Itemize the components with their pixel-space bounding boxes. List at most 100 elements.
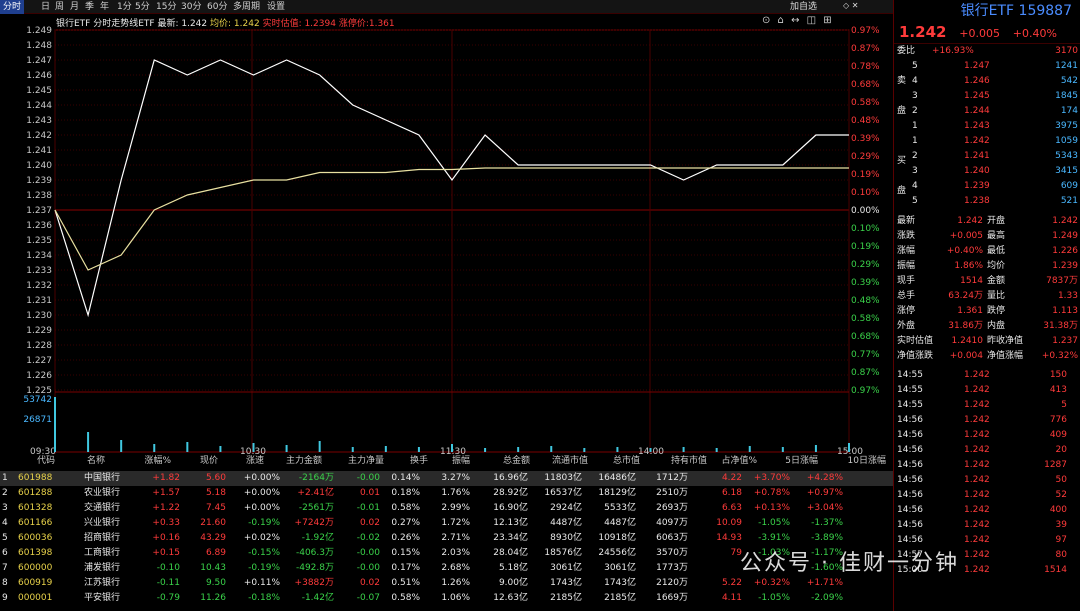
tab-5[interactable]: 年 <box>97 0 112 14</box>
tick-time: 14:56 <box>897 475 923 485</box>
cell: +4.28% <box>806 473 843 483</box>
info-name: 银行ETF 分时走势线ETF <box>56 19 155 29</box>
stat-label: 实时估值 <box>897 336 934 346</box>
tab-3[interactable]: 月 <box>67 0 82 14</box>
tab-9[interactable]: 30分 <box>178 0 204 14</box>
volume-bar <box>417 447 420 452</box>
table-row[interactable]: 5 600036 招商银行 +0.16 43.29 +0.02% -1.92亿 -0.02 0.… <box>0 531 893 546</box>
tick-time: 14:56 <box>897 490 923 500</box>
tick-price: 1.242 <box>964 520 990 530</box>
col-header-13[interactable]: 占净值% <box>697 454 757 469</box>
constituents-table: 代码 名称 涨幅% 现价 涨速 主力金额 主力净量 换手 振幅 总金额 流通市值 总市值 持有市值 占净值… <box>0 454 893 611</box>
table-row[interactable]: 1 601988 中国银行 +1.82 5.60 +0.00% -2164万 -0.00 0.1… <box>0 471 893 486</box>
volume-bar <box>550 446 553 452</box>
stat-value: 7837万 <box>1046 276 1078 286</box>
current-price: 1.242 +0.005 +0.40% <box>894 22 1080 44</box>
tick-volume: 50 <box>1055 475 1067 485</box>
col-header-10[interactable]: 流通市值 <box>528 454 588 469</box>
tab-11[interactable]: 多周期 <box>230 0 263 14</box>
col-header-14[interactable]: 5日涨幅 <box>758 454 818 469</box>
tick-volume: 1514 <box>1044 565 1067 575</box>
tab-1[interactable]: 日 <box>38 0 53 14</box>
table-row[interactable]: 9 000001 平安银行 -0.79 11.26 -0.18% -1.42亿 -0.07 0.… <box>0 591 893 606</box>
table-row[interactable]: 3 601328 交通银行 +1.22 7.45 +0.00% -2561万 -0.01 0.5… <box>0 501 893 516</box>
y-tick: 1.243 <box>26 116 52 126</box>
cell: 3570万 <box>656 548 688 558</box>
tick-time: 14:56 <box>897 520 923 530</box>
col-header-5[interactable]: 主力金额 <box>262 454 322 469</box>
cell: 7.45 <box>205 503 226 513</box>
stat-value: +0.005 <box>949 231 983 241</box>
y-tick: 1.227 <box>26 356 52 366</box>
tab-0[interactable]: 分时 <box>0 0 25 14</box>
pct-tick: 0.39% <box>851 278 880 288</box>
tab-8[interactable]: 15分 <box>153 0 179 14</box>
col-header-8[interactable]: 振幅 <box>410 454 470 469</box>
cell: -1.05% <box>758 593 790 603</box>
tab-12[interactable]: 设置 <box>264 0 288 14</box>
cell: 1712万 <box>656 473 688 483</box>
tick-volume: 400 <box>1049 505 1067 515</box>
table-row[interactable]: 8 600919 江苏银行 -0.11 9.50 +0.11% +3882万 0.02 0.51… <box>0 576 893 591</box>
stat-row: 振幅 1.86% 均价 1.239 <box>894 259 1080 274</box>
cell: 1.26% <box>441 578 470 588</box>
weibi-num: 3170 <box>1055 46 1078 56</box>
volume-bar <box>781 447 784 452</box>
cell: 2.03% <box>441 548 470 558</box>
price: 1.247 <box>964 61 990 71</box>
tick-time: 14:55 <box>897 400 923 410</box>
y-tick: 1.238 <box>26 191 52 201</box>
price: 1.238 <box>964 196 990 206</box>
cell: -0.19% <box>248 518 280 528</box>
cell: 5 <box>2 533 8 543</box>
tick-row: 14:56 1.242 776 <box>894 413 1080 428</box>
stat-label: 外盘 <box>897 321 916 331</box>
volume: 542 <box>1060 76 1078 86</box>
sell-label: 卖 <box>894 74 906 89</box>
cell: 43.29 <box>200 533 226 543</box>
tick-time: 14:56 <box>897 505 923 515</box>
col-header-9[interactable]: 总金额 <box>470 454 530 469</box>
tick-time: 14:56 <box>897 445 923 455</box>
cell: 601166 <box>18 518 53 528</box>
col-header-15[interactable]: 10日涨幅 <box>826 454 886 469</box>
col-header-4[interactable]: 涨速 <box>204 454 264 469</box>
tick-row: 14:56 1.242 39 <box>894 518 1080 533</box>
intraday-chart[interactable]: 1.249 1.248 1.247 1.246 1.245 1.244 1.243 1.242… <box>0 14 893 454</box>
cell: 3 <box>2 503 8 513</box>
cell: -0.18% <box>248 593 280 603</box>
table-row[interactable]: 4 601166 兴业银行 +0.33 21.60 -0.19% +7242万 0.02 0.2… <box>0 516 893 531</box>
cell: -3.91% <box>758 533 790 543</box>
col-header-11[interactable]: 总市值 <box>580 454 640 469</box>
cell: 601398 <box>18 548 53 558</box>
stat-value: 31.38万 <box>1043 321 1078 331</box>
chart-tool-icons[interactable]: ⊙ ⌂ ↔ ◫ ⊞ <box>762 15 834 26</box>
col-header-1[interactable]: 名称 <box>45 454 105 469</box>
table-row[interactable]: 2 601288 农业银行 +1.57 5.18 +0.00% +2.41亿 0.01 0.18… <box>0 486 893 501</box>
cell: 28.92亿 <box>493 488 528 498</box>
tab-4[interactable]: 季 <box>82 0 97 14</box>
pct-tick: 0.87% <box>851 44 880 54</box>
stat-label: 最新 <box>897 216 916 226</box>
level: 3 <box>912 91 918 101</box>
pct-tick: 0.58% <box>851 314 880 324</box>
cell: 16486亿 <box>598 473 636 483</box>
tab-10[interactable]: 60分 <box>204 0 230 14</box>
stat-value: 1.361 <box>957 306 983 316</box>
price-change: +0.005 <box>959 27 1000 40</box>
volume-tick: 26871 <box>23 415 52 425</box>
level: 1 <box>912 136 918 146</box>
tick-time: 14:55 <box>897 385 923 395</box>
pct-tick: 0.68% <box>851 80 880 90</box>
chart-info-bar: 银行ETF 分时走势线ETF 最新: 1.242 均价: 1.242 实时估值:… <box>56 16 395 29</box>
stat-value: 1.237 <box>1052 336 1078 346</box>
cell: 18129亿 <box>598 488 636 498</box>
tab-2[interactable]: 周 <box>52 0 67 14</box>
buy-label2: 盘 <box>894 184 906 199</box>
tab-7[interactable]: 5分 <box>132 0 153 14</box>
add-favorite-button[interactable]: 加自选 <box>790 0 817 14</box>
tick-volume: 5 <box>1061 400 1067 410</box>
cell: 5.60 <box>205 473 226 483</box>
window-controls[interactable]: ◇ ✕ <box>843 1 858 10</box>
price: 1.240 <box>964 166 990 176</box>
